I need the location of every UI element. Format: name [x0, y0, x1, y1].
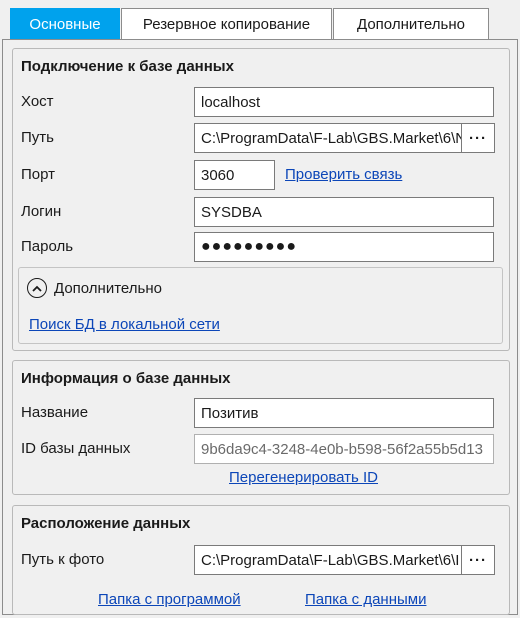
photo-path-browse-button[interactable]: ··· — [461, 545, 495, 575]
data-location-group: Расположение данных Путь к фото C:\Progr… — [12, 505, 510, 615]
password-input[interactable]: ●●●●●●●●● — [194, 232, 494, 262]
db-id-input[interactable]: 9b6da9c4-3248-4e0b-b598-56f2a55b5d13 — [194, 434, 494, 464]
program-folder-link[interactable]: Папка с программой — [98, 591, 241, 608]
db-name-label: Название — [21, 404, 89, 421]
search-local-db-link[interactable]: Поиск БД в локальной сети — [29, 316, 220, 333]
path-browse-button[interactable]: ··· — [461, 123, 495, 153]
db-info-group-title: Информация о базе данных — [21, 370, 231, 387]
advanced-expander-label: Дополнительно — [54, 279, 162, 297]
tab-backup[interactable]: Резервное копирование — [121, 8, 332, 40]
connection-group: Подключение к базе данных Хост localhost… — [12, 48, 510, 351]
login-label: Логин — [21, 203, 62, 220]
tab-panel-main: Подключение к базе данных Хост localhost… — [2, 39, 518, 615]
db-info-group: Информация о базе данных Название Позити… — [12, 360, 510, 495]
db-id-label: ID базы данных — [21, 440, 131, 457]
tab-additional[interactable]: Дополнительно — [333, 8, 489, 40]
path-label: Путь — [21, 129, 54, 146]
port-label: Порт — [21, 166, 56, 183]
db-name-input[interactable]: Позитив — [194, 398, 494, 428]
connection-group-title: Подключение к базе данных — [21, 58, 234, 75]
photo-path-label: Путь к фото — [21, 551, 105, 568]
login-input[interactable]: SYSDBA — [194, 197, 494, 227]
port-input[interactable]: 3060 — [194, 160, 275, 190]
advanced-expander[interactable]: Дополнительно — [27, 278, 162, 298]
regenerate-id-link[interactable]: Перегенерировать ID — [229, 469, 378, 486]
data-location-group-title: Расположение данных — [21, 515, 191, 532]
check-connection-link[interactable]: Проверить связь — [285, 166, 402, 183]
chevron-up-icon — [27, 278, 47, 298]
tab-main[interactable]: Основные — [10, 8, 120, 40]
host-label: Хост — [21, 93, 54, 110]
photo-path-input[interactable]: C:\ProgramData\F-Lab\GBS.Market\6\I — [194, 545, 462, 575]
settings-tabs: Основные Резервное копирование Дополните… — [0, 0, 520, 40]
data-folder-link[interactable]: Папка с данными — [305, 591, 426, 608]
host-input[interactable]: localhost — [194, 87, 494, 117]
path-input[interactable]: C:\ProgramData\F-Lab\GBS.Market\6\N — [194, 123, 462, 153]
advanced-section: Дополнительно Поиск БД в локальной сети — [18, 267, 503, 344]
password-label: Пароль — [21, 238, 74, 255]
